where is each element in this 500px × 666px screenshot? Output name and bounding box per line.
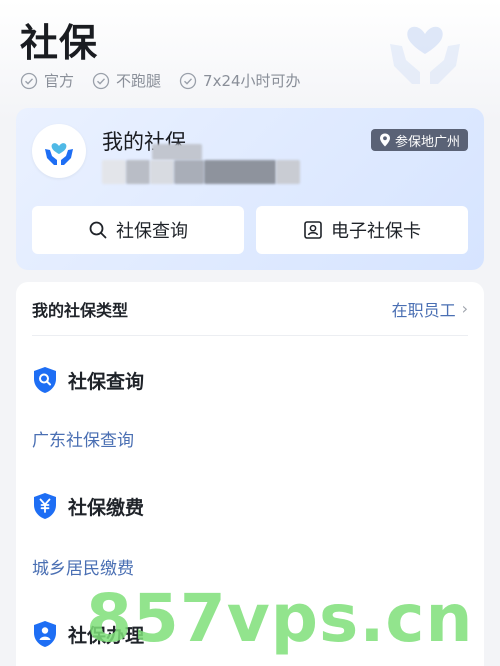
guangdong-query-link[interactable]: 广东社保查询 — [32, 426, 134, 451]
check-circle-icon — [92, 72, 110, 89]
button-label: 社保查询 — [116, 221, 188, 242]
id-card-icon — [304, 221, 322, 239]
badge-label: 7x24小时可办 — [203, 72, 301, 90]
my-social-security-card[interactable]: 我的社保 参保地广州 社保查询 电子社保卡 — [16, 108, 484, 270]
person-shield-icon — [34, 621, 56, 647]
badge-no-legwork: 不跑腿 — [92, 70, 161, 91]
chevron-right-icon: › — [461, 299, 468, 318]
masked-block — [276, 160, 300, 184]
hands-heart-icon — [390, 26, 460, 84]
masked-block — [150, 160, 174, 184]
masked-block — [204, 160, 276, 184]
check-circle-icon — [20, 72, 38, 89]
watermark-text: 857vps.cn — [86, 580, 474, 657]
badge-label: 不跑腿 — [116, 72, 162, 90]
hands-heart-icon — [45, 143, 73, 165]
group-title-text: 社保缴费 — [68, 496, 145, 519]
feature-badges: 官方 不跑腿 7x24小时可办 — [20, 70, 301, 91]
yuan-shield-icon — [34, 493, 56, 519]
location-label: 参保地广州 — [394, 134, 460, 150]
insurance-type-value[interactable]: 在职员工 › — [392, 297, 468, 321]
badge-label: 官方 — [44, 72, 75, 90]
group-title-text: 社保查询 — [68, 370, 145, 393]
badge-24-7: 7x24小时可办 — [179, 70, 301, 91]
masked-block — [174, 160, 204, 184]
check-circle-icon — [179, 72, 197, 89]
social-security-query-button[interactable]: 社保查询 — [32, 206, 244, 254]
masked-block — [102, 160, 126, 184]
search-icon — [89, 221, 107, 239]
group-title-payment: 社保缴费 — [32, 492, 144, 520]
insurance-type-row[interactable]: 我的社保类型 在职员工 › — [32, 282, 468, 336]
avatar — [32, 124, 86, 178]
insurance-type-text: 在职员工 — [391, 300, 456, 320]
masked-block — [152, 144, 202, 160]
location-pin-icon — [379, 133, 390, 147]
resident-payment-link[interactable]: 城乡居民缴费 — [32, 554, 134, 579]
badge-official: 官方 — [20, 70, 74, 91]
masked-block — [126, 160, 150, 184]
electronic-card-button[interactable]: 电子社保卡 — [256, 206, 468, 254]
group-title-query: 社保查询 — [32, 366, 144, 394]
insured-location-badge[interactable]: 参保地广州 — [370, 129, 468, 151]
page-title: 社保 — [20, 21, 99, 65]
button-label: 电子社保卡 — [331, 221, 421, 242]
insurance-type-label: 我的社保类型 — [32, 300, 129, 320]
search-shield-icon — [34, 367, 56, 393]
